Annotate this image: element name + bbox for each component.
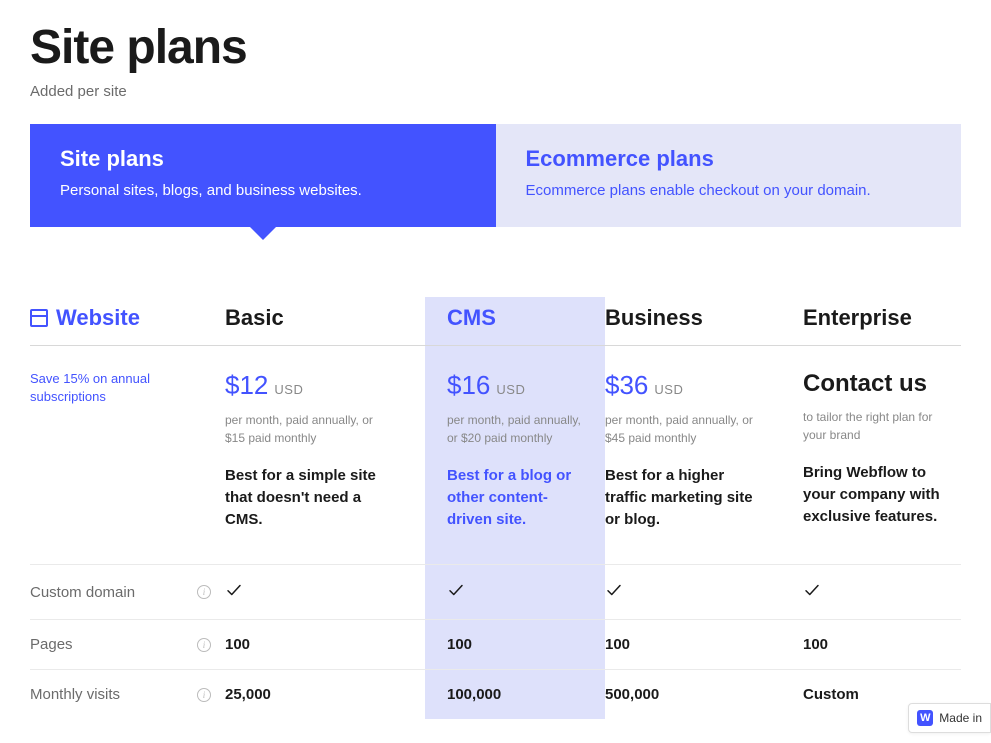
feature-custom-domain-cms [425,565,605,619]
made-in-label: Made in [939,711,982,725]
plan-cms-price: $16 [447,370,490,401]
feature-monthly-visits-cms: 100,000 [425,670,605,719]
plan-cms-header: CMS [425,297,605,345]
feature-custom-domain-enterprise [803,565,961,619]
info-icon[interactable]: i [197,585,211,599]
plan-enterprise-price-block: Contact us to tailor the right plan for … [803,346,961,564]
page-title: Site plans [30,20,961,75]
plan-cms-tagline: Best for a blog or other content-driven … [447,465,583,530]
plan-tabs: Site plans Personal sites, blogs, and bu… [30,124,961,227]
info-icon[interactable]: i [197,638,211,652]
feature-custom-domain-basic [225,565,425,619]
plan-enterprise-note: to tailor the right plan for your brand [803,408,947,444]
plan-business-tagline: Best for a higher traffic marketing site… [605,465,770,530]
plan-business-price-block: $36 USD per month, paid annually, or $45… [605,346,803,564]
plan-basic-header: Basic [225,297,425,345]
plan-cms-currency: USD [496,382,525,397]
feature-custom-domain-label: Custom domain i [30,565,225,619]
plan-basic-tagline: Best for a simple site that doesn't need… [225,465,390,530]
plan-business-note: per month, paid annually, or $45 paid mo… [605,411,765,447]
feature-custom-domain-row: Custom domain i [30,564,961,619]
plan-cms-price-block: $16 USD per month, paid annually, or $20… [425,346,605,564]
feature-pages-cms: 100 [425,620,605,669]
info-icon[interactable]: i [197,688,211,702]
plan-enterprise-contact[interactable]: Contact us [803,370,947,398]
page-subtitle: Added per site [30,83,961,100]
website-icon [30,309,48,327]
plan-basic-note: per month, paid annually, or $15 paid mo… [225,411,385,447]
category-header: Website [30,297,225,345]
feature-pages-enterprise: 100 [803,620,961,669]
check-icon [447,586,465,603]
tab-site-plans[interactable]: Site plans Personal sites, blogs, and bu… [30,124,496,227]
pricing-row: Save 15% on annual subscriptions $12 USD… [30,346,961,564]
plan-enterprise-header: Enterprise [803,297,961,345]
feature-pages-row: Pages i 100 100 100 100 [30,619,961,669]
tab-site-plans-desc: Personal sites, blogs, and business webs… [60,180,466,201]
plan-basic-currency: USD [274,382,303,397]
feature-pages-label: Pages i [30,620,225,669]
check-icon [803,586,821,603]
feature-custom-domain-business [605,565,803,619]
annual-savings-note[interactable]: Save 15% on annual subscriptions [30,346,225,564]
plan-business-price: $36 [605,370,648,401]
plan-business-header: Business [605,297,803,345]
feature-monthly-visits-label: Monthly visits i [30,670,225,719]
feature-monthly-visits-business: 500,000 [605,670,803,719]
tab-ecommerce-desc: Ecommerce plans enable checkout on your … [526,180,932,201]
plan-basic-price-block: $12 USD per month, paid annually, or $15… [225,346,425,564]
made-in-badge[interactable]: W Made in [908,703,991,733]
tab-ecommerce-title: Ecommerce plans [526,146,932,172]
check-icon [225,586,243,603]
category-label: Website [56,305,140,331]
plan-header-row: Website Basic CMS Business Enterprise [30,297,961,346]
feature-pages-business: 100 [605,620,803,669]
check-icon [605,586,623,603]
tab-ecommerce-plans[interactable]: Ecommerce plans Ecommerce plans enable c… [496,124,962,227]
plan-cms-note: per month, paid annually, or $20 paid mo… [447,411,583,447]
webflow-icon: W [917,710,933,726]
tab-active-marker [249,226,277,240]
plan-basic-price: $12 [225,370,268,401]
plan-enterprise-tagline: Bring Webflow to your company with exclu… [803,462,947,527]
feature-monthly-visits-row: Monthly visits i 25,000 100,000 500,000 … [30,669,961,719]
feature-pages-basic: 100 [225,620,425,669]
feature-monthly-visits-basic: 25,000 [225,670,425,719]
plan-business-currency: USD [654,382,683,397]
tab-site-plans-title: Site plans [60,146,466,172]
